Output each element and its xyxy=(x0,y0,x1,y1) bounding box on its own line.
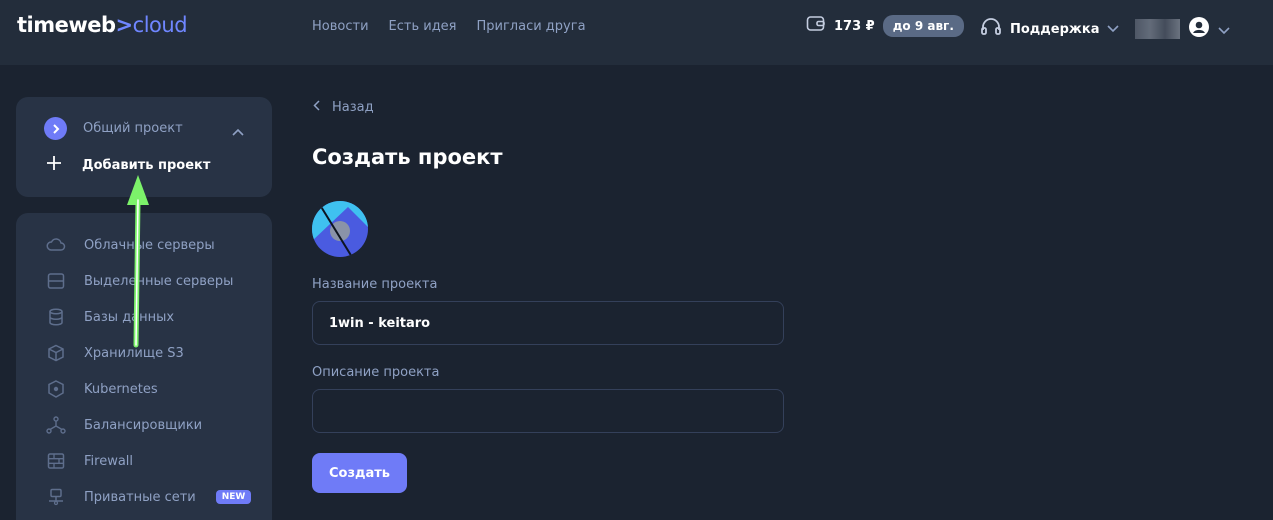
sidebar-item-firewall[interactable]: Firewall xyxy=(46,451,133,471)
sidebar-item-label: Выделенные серверы xyxy=(84,273,234,289)
top-nav: Новости Есть идея Пригласи друга xyxy=(312,19,586,34)
nav-invite[interactable]: Пригласи друга xyxy=(477,19,586,34)
support-menu[interactable]: Поддержка xyxy=(980,17,1120,41)
top-header: timeweb>cloud Новости Есть идея Пригласи… xyxy=(0,0,1273,65)
kubernetes-icon xyxy=(46,379,66,399)
back-label: Назад xyxy=(332,100,374,115)
chevron-up-icon[interactable] xyxy=(232,121,244,140)
balance-widget[interactable]: 173 ₽ до 9 авг. xyxy=(806,15,964,37)
headset-icon xyxy=(980,17,1002,41)
project-circle-icon xyxy=(44,117,67,140)
firewall-icon xyxy=(46,451,66,471)
logo-chevron: > xyxy=(115,13,134,37)
support-label: Поддержка xyxy=(1010,21,1100,37)
nav-news[interactable]: Новости xyxy=(312,19,369,34)
new-badge: NEW xyxy=(215,490,252,504)
logo-text: timeweb xyxy=(17,13,116,37)
cloud-icon xyxy=(46,235,66,255)
project-name-input[interactable] xyxy=(312,301,784,345)
project-name: Общий проект xyxy=(83,121,183,136)
project-selector[interactable]: Общий проект xyxy=(44,117,183,140)
sidebar-item-private-networks[interactable]: Приватные сети NEW xyxy=(46,487,252,507)
project-description-label: Описание проекта xyxy=(312,365,440,380)
username-blurred xyxy=(1135,19,1180,39)
sidebar-item-kubernetes[interactable]: Kubernetes xyxy=(46,379,158,399)
project-name-label: Название проекта xyxy=(312,277,438,292)
wallet-icon xyxy=(806,15,826,37)
annotation-arrow xyxy=(127,175,149,348)
plus-icon xyxy=(46,155,62,175)
logo-accent-text: cloud xyxy=(132,13,188,37)
balance-until-badge: до 9 авг. xyxy=(882,15,964,37)
database-icon xyxy=(46,307,66,327)
network-icon xyxy=(46,487,66,507)
project-avatar-icon[interactable] xyxy=(312,201,368,257)
server-icon xyxy=(46,271,66,291)
sidebar-item-s3-storage[interactable]: Хранилище S3 xyxy=(46,343,184,363)
chevron-down-icon xyxy=(1218,20,1230,39)
cube-icon xyxy=(46,343,66,363)
nav-idea[interactable]: Есть идея xyxy=(389,19,457,34)
balancer-icon xyxy=(46,415,66,435)
chevron-left-icon xyxy=(313,100,320,115)
page-title: Создать проект xyxy=(312,145,503,169)
sidebar-item-label: Балансировщики xyxy=(84,417,203,433)
chevron-down-icon xyxy=(1107,22,1120,37)
create-project-button[interactable]: Создать xyxy=(312,453,407,493)
sidebar-item-label: Приватные сети xyxy=(84,489,196,505)
logo[interactable]: timeweb>cloud xyxy=(17,13,188,37)
sidebar-item-label: Kubernetes xyxy=(84,381,158,397)
sidebar-item-balancers[interactable]: Балансировщики xyxy=(46,415,202,435)
sidebar-item-label: Firewall xyxy=(84,453,134,469)
user-icon xyxy=(1188,16,1210,42)
project-description-input[interactable] xyxy=(312,389,784,433)
user-menu[interactable] xyxy=(1135,16,1230,42)
balance-amount: 173 ₽ xyxy=(834,18,875,34)
back-link[interactable]: Назад xyxy=(313,100,374,115)
